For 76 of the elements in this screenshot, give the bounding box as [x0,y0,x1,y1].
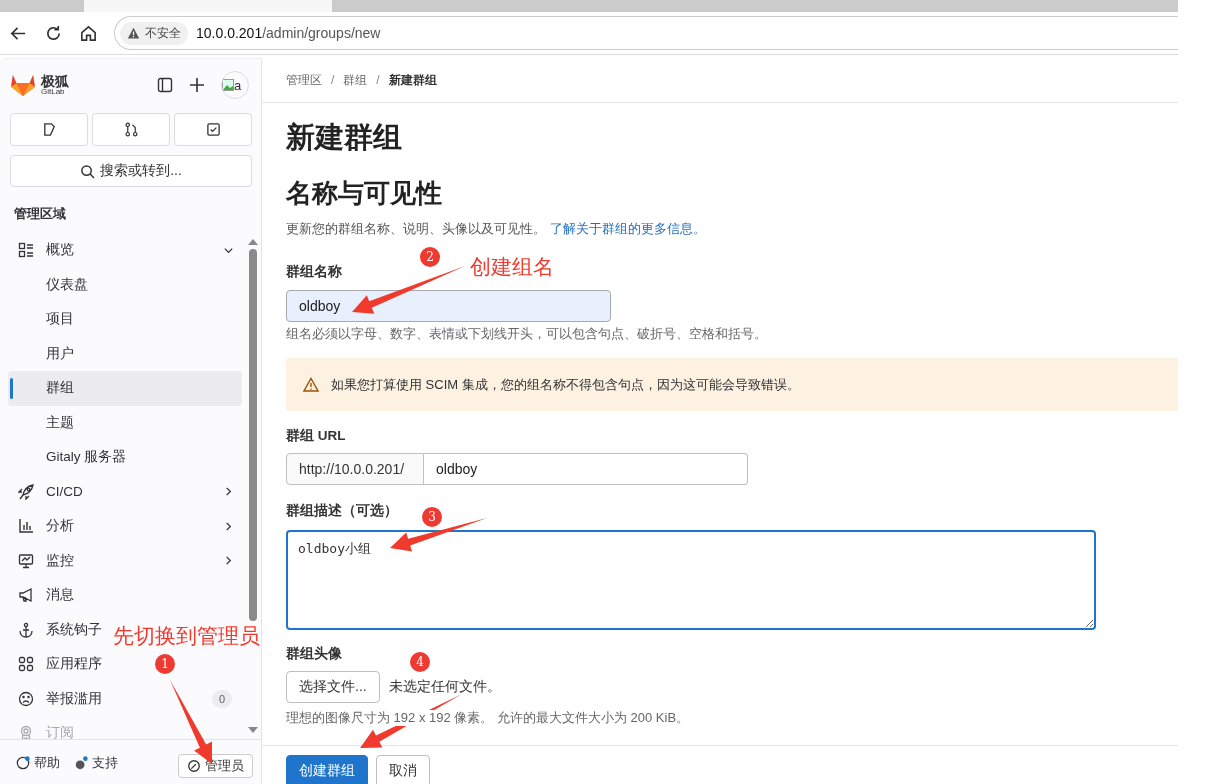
fox-logo-icon[interactable] [10,73,36,97]
section-title: 名称与可见性 [286,177,443,209]
avatar-alt-text: a [234,77,242,93]
issues-icon [41,122,57,137]
overview-icon [18,242,34,259]
description-field[interactable]: oldboy小组 [286,530,1096,630]
chart-icon [18,518,34,535]
nav-subitem[interactable]: Gitaly 服务器 [8,440,242,475]
choose-file-button[interactable]: 选择文件... [286,671,380,703]
issues-button[interactable] [10,113,88,146]
broken-image-icon [222,79,234,91]
cancel-button[interactable]: 取消 [376,755,430,784]
field-label: 群组名称 [286,264,342,280]
breadcrumb-separator: / [376,73,380,87]
merge-request-icon [123,122,139,137]
nav-item[interactable]: 应用程序 [8,647,106,682]
nav-item[interactable]: 分析 [8,509,242,544]
support-button[interactable]: 支持 [74,754,118,772]
nav-item[interactable]: 系统钩子 [8,612,106,647]
nav-subitem[interactable]: 群组 [8,371,242,406]
apps-icon [18,656,34,673]
anchor-icon [18,621,34,638]
nav-item[interactable]: 监控 [8,543,242,578]
warning-icon [303,376,319,393]
security-label: 不安全 [145,24,181,42]
search-icon [80,163,96,179]
field-label: 群组描述（可选） [286,503,398,519]
home-icon[interactable] [79,23,98,43]
nav-item[interactable]: 概览 [8,233,242,268]
nav-item[interactable]: 消息 [8,578,78,613]
field-hint: 组名必须以字母、数字、表情或下划线开头，可以包含句点、破折号、空格和括号。 [286,326,767,342]
megaphone-icon [18,587,34,604]
rocket-icon [18,483,34,500]
nav-subitem[interactable]: 项目 [8,302,242,337]
brand-subtitle: GitLab [41,88,65,96]
nav-subitem[interactable]: 用户 [8,336,242,371]
help-button[interactable]: 帮助 [16,754,60,772]
sad-face-icon [18,690,34,707]
page-title: 新建群组 [286,120,403,155]
url-prefix: http://10.0.0.201/ [286,453,424,485]
admin-button[interactable]: 管理员 [178,754,253,778]
checkbox-icon [205,122,221,137]
medal-icon [18,725,34,739]
breadcrumb-link[interactable]: 群组 [343,71,368,89]
support-icon [74,756,88,770]
annotation-text: 创建组名 [470,254,554,280]
reload-icon[interactable] [44,23,63,43]
breadcrumb-link[interactable]: 新建群组 [388,71,437,89]
search-button[interactable]: 搜索或转到... [10,155,252,187]
nav-subitem[interactable]: 仪表盘 [8,267,242,302]
annotation-text: 先切换到管理员 [113,623,260,649]
field-label: 群组 URL [286,428,346,444]
group-path-field[interactable]: oldboy [424,453,748,485]
section-title: 管理区域 [13,205,67,223]
todos-button[interactable] [174,113,252,146]
learn-more-link[interactable]: 了解关于群组的更多信息。 [549,221,706,236]
field-label: 群组头像 [286,646,342,662]
file-status: 未选定任何文件。 [388,678,501,696]
sidebar-toggle-icon[interactable] [157,77,173,93]
alert-text: 如果您打算使用 SCIM 集成，您的组名称不得包含句点，因为这可能会导致错误。 [331,375,800,394]
plus-icon[interactable] [189,77,205,93]
create-group-button[interactable]: 创建群组 [286,755,368,784]
nav-item[interactable]: CI/CD [8,474,242,509]
brand-name: 极狐 [41,74,69,88]
monitor-icon [18,552,34,569]
count-badge: 0 [211,689,232,708]
warning-icon [127,26,140,40]
merge-requests-button[interactable] [92,113,170,146]
breadcrumb-link[interactable]: 管理区 [286,71,322,89]
section-description: 更新您的群组名称、说明、头像以及可见性。 了解关于群组的更多信息。 [286,220,707,238]
security-chip[interactable]: 不安全 [120,21,188,45]
url-text: 10.0.0.201/admin/groups/new [196,25,381,41]
help-icon [16,756,30,770]
nav-subitem[interactable]: 主题 [8,405,242,440]
breadcrumb-separator: / [331,73,335,87]
group-name-field[interactable]: oldboy [286,290,611,322]
